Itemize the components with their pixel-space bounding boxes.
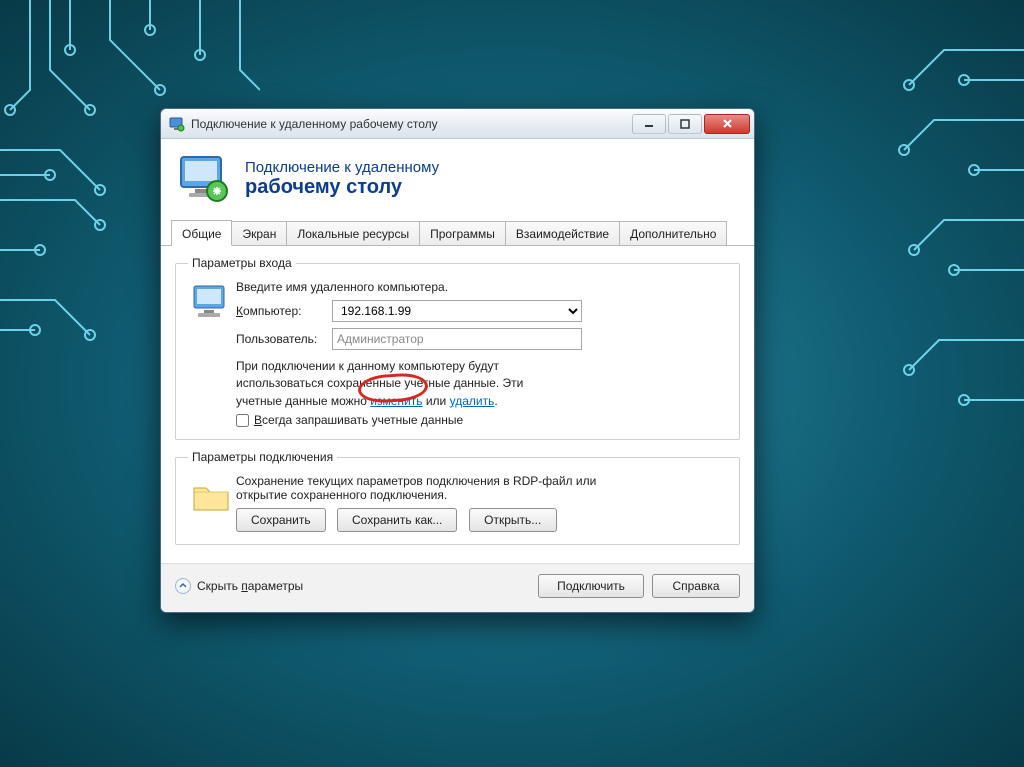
rdp-dialog-window: Подключение к удаленному рабочему столу [160,108,755,613]
login-settings-group: Параметры входа Введите имя удаленного к… [175,256,740,440]
hide-options-link[interactable]: Скрыть параметры [175,578,538,594]
connect-button[interactable]: Подключить [538,574,644,598]
help-button[interactable]: Справка [652,574,740,598]
rdp-header-icon [177,153,233,203]
always-ask-checkbox[interactable] [236,414,249,427]
header-line2: рабочему столу [245,176,439,198]
computer-icon [188,280,236,427]
login-legend: Параметры входа [188,256,296,270]
connection-settings-group: Параметры подключения Сохранение текущих… [175,450,740,545]
chevron-up-icon [175,578,191,594]
titlebar[interactable]: Подключение к удаленному рабочему столу [161,109,754,139]
user-label: Пользователь: [236,332,332,346]
dialog-footer: Скрыть параметры Подключить Справка [161,563,754,612]
app-icon [169,116,185,132]
user-field[interactable] [332,328,582,350]
tab-strip: Общие Экран Локальные ресурсы Программы … [161,219,754,246]
tab-programs[interactable]: Программы [419,221,506,245]
window-title: Подключение к удаленному рабочему столу [191,117,630,131]
tab-display[interactable]: Экран [231,221,287,245]
conn-legend: Параметры подключения [188,450,337,464]
tab-local[interactable]: Локальные ресурсы [286,221,420,245]
delete-credentials-link[interactable]: удалить [450,394,495,408]
conn-desc2: открытие сохраненного подключения. [236,488,727,502]
computer-label: Компьютер: [236,304,332,318]
tab-panel-general: Параметры входа Введите имя удаленного к… [161,246,754,563]
save-as-button[interactable]: Сохранить как... [337,508,457,532]
conn-desc1: Сохранение текущих параметров подключени… [236,474,727,488]
always-ask-label: Всегда запрашивать учетные данные [254,413,463,427]
change-credentials-link[interactable]: изменить [370,394,422,408]
save-button[interactable]: Сохранить [236,508,326,532]
credentials-info-text: При подключении к данному компьютеру буд… [236,358,727,410]
minimize-button[interactable] [632,114,666,134]
tab-experience[interactable]: Взаимодействие [505,221,620,245]
dialog-header: Подключение к удаленному рабочему столу [161,139,754,217]
folder-icon [188,474,236,532]
open-button[interactable]: Открыть... [469,508,557,532]
close-button[interactable] [704,114,750,134]
maximize-button[interactable] [668,114,702,134]
desktop-background: Подключение к удаленному рабочему столу [0,0,1024,767]
header-line1: Подключение к удаленному [245,159,439,176]
login-prompt: Введите имя удаленного компьютера. [236,280,727,294]
computer-combobox[interactable]: 192.168.1.99 [332,300,582,322]
tab-general[interactable]: Общие [171,220,232,246]
tab-advanced[interactable]: Дополнительно [619,221,727,245]
